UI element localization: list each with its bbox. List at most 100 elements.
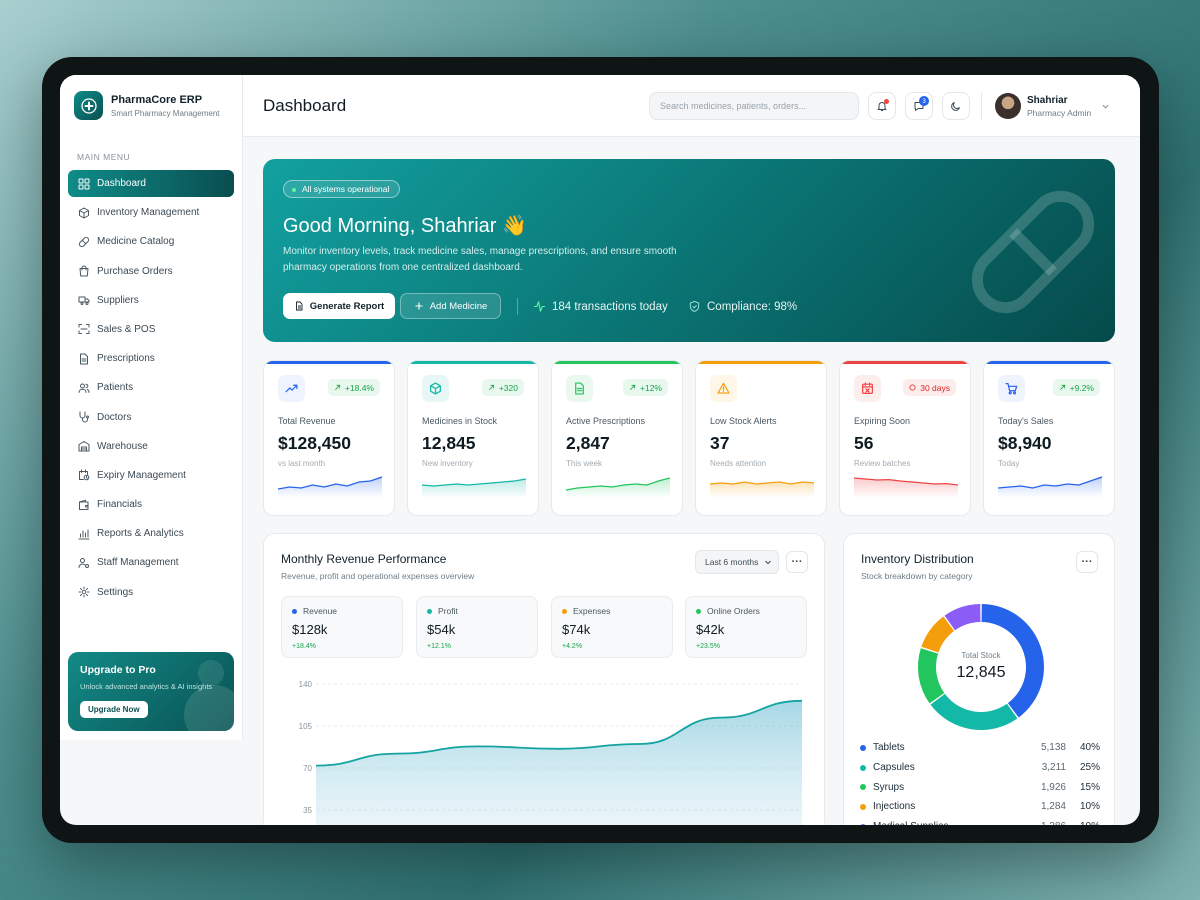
- legend-count: 5,138: [1040, 742, 1066, 754]
- sidebar-item-settings[interactable]: Settings: [68, 579, 234, 606]
- file-text-icon: [80, 353, 88, 365]
- sidebar-item-staff-management[interactable]: Staff Management: [68, 549, 234, 576]
- kpi-change-value: +18.4%: [344, 382, 374, 393]
- sidebar-item-purchase-orders[interactable]: Purchase Orders: [68, 258, 234, 285]
- wallet-icon: [78, 499, 90, 511]
- donut-center-label: Total Stock: [961, 651, 1001, 660]
- kpi-card-active-prescriptions[interactable]: +12% Active Prescriptions 2,847 This wee…: [551, 360, 683, 516]
- legend-name: Capsules: [873, 762, 915, 774]
- donut-slice-capsules[interactable]: [930, 693, 1018, 730]
- metric-card-expenses[interactable]: Expenses $74k +4.2%: [551, 596, 673, 658]
- warehouse-icon: [78, 440, 90, 452]
- kpi-label: Today's Sales: [998, 416, 1054, 426]
- legend-name: Injections: [873, 801, 916, 813]
- kpi-card-low-stock-alerts[interactable]: Low Stock Alerts 37 Needs attention: [695, 360, 827, 516]
- sidebar-item-dashboard[interactable]: Dashboard: [68, 170, 234, 197]
- sidebar-item-prescriptions[interactable]: Prescriptions: [68, 345, 234, 372]
- alert-triangle-icon: [717, 382, 730, 394]
- sidebar-item-label: Sales & POS: [97, 323, 156, 335]
- kpi-accent-bar: [552, 361, 682, 364]
- arrow-up-right-icon: [334, 384, 341, 390]
- y-tick-label: 105: [299, 722, 313, 731]
- upgrade-now-button[interactable]: Upgrade Now: [80, 701, 148, 718]
- sidebar-item-label: Settings: [97, 586, 134, 598]
- notifications-button[interactable]: [868, 92, 896, 120]
- date-range-select[interactable]: Last 6 months: [695, 550, 779, 574]
- kpi-icon-box: [710, 375, 737, 402]
- sidebar-item-patients[interactable]: Patients: [68, 374, 234, 401]
- legend-item: Injections 1,284 10%: [860, 797, 1100, 817]
- sparkline-area: [710, 482, 814, 498]
- search-input[interactable]: [660, 101, 840, 111]
- revenue-panel-subtitle: Revenue, profit and operational expenses…: [281, 571, 475, 581]
- theme-toggle-button[interactable]: [942, 92, 970, 120]
- sidebar-item-suppliers[interactable]: Suppliers: [68, 287, 234, 314]
- trending-up-icon: [285, 384, 298, 393]
- legend-dot: [292, 608, 297, 614]
- top-header: Dashboard 3 Shahriar Pharmacy Admin: [243, 75, 1140, 137]
- sidebar-item-medicine-catalog[interactable]: Medicine Catalog: [68, 228, 234, 255]
- grid-icon: [78, 178, 90, 189]
- metric-value: $42k: [696, 622, 725, 637]
- legend-percent: 25%: [1079, 762, 1100, 774]
- kpi-card-today-s-sales[interactable]: +9.2% Today's Sales $8,940 Today: [983, 360, 1115, 516]
- kpi-card-total-revenue[interactable]: +18.4% Total Revenue $128,450 vs last mo…: [263, 360, 395, 516]
- sidebar-item-label: Warehouse: [97, 440, 148, 452]
- kpi-sparkline: [710, 481, 814, 498]
- sidebar-item-inventory-management[interactable]: Inventory Management: [68, 199, 234, 226]
- metric-change: +4.2%: [562, 643, 583, 650]
- metric-label: Profit: [427, 606, 458, 616]
- brand[interactable]: PharmaCore ERP Smart Pharmacy Management: [74, 91, 220, 120]
- chevron-down-icon: [1102, 104, 1109, 109]
- sidebar-item-financials[interactable]: Financials: [68, 491, 234, 518]
- kpi-change-value: 30 days: [920, 382, 950, 393]
- kpi-change-badge: +18.4%: [327, 379, 380, 396]
- kpi-value: 37: [710, 433, 730, 453]
- sidebar-item-reports-analytics[interactable]: Reports & Analytics: [68, 520, 234, 547]
- add-medicine-button[interactable]: Add Medicine: [400, 293, 501, 319]
- sidebar: PharmaCore ERP Smart Pharmacy Management…: [60, 75, 243, 740]
- sidebar-item-label: Dashboard: [97, 178, 146, 189]
- legend-dot: [860, 803, 866, 810]
- legend-percent: 10%: [1079, 801, 1100, 813]
- sidebar-item-warehouse[interactable]: Warehouse: [68, 433, 234, 460]
- search-box[interactable]: [649, 92, 859, 120]
- kpi-accent-bar: [984, 361, 1114, 364]
- kpi-sparkline: [278, 476, 382, 498]
- kpi-change-badge: +12%: [623, 379, 668, 396]
- user-menu[interactable]: Shahriar Pharmacy Admin: [995, 93, 1110, 119]
- user-role: Pharmacy Admin: [1027, 107, 1092, 118]
- file-text-icon: [78, 353, 90, 365]
- metric-card-online-orders[interactable]: Online Orders $42k +23.5%: [685, 596, 807, 658]
- sidebar-item-expiry-management[interactable]: Expiry Management: [68, 462, 234, 489]
- kpi-accent-bar: [408, 361, 538, 364]
- gear-icon: [78, 586, 90, 598]
- kpi-accent-bar: [696, 361, 826, 364]
- sidebar-item-doctors[interactable]: Doctors: [68, 404, 234, 431]
- kpi-card-medicines-in-stock[interactable]: +320 Medicines in Stock 12,845 New inven…: [407, 360, 539, 516]
- kpi-change-badge: 30 days: [903, 379, 956, 396]
- kpi-sparkline: [422, 478, 526, 498]
- metric-card-profit[interactable]: Profit $54k +12.1%: [416, 596, 538, 658]
- kpi-change-value: +12%: [640, 382, 662, 393]
- metric-card-revenue[interactable]: Revenue $128k +18.4%: [281, 596, 403, 658]
- more-options-button[interactable]: ···: [786, 551, 808, 573]
- plus-icon: [415, 302, 423, 310]
- sidebar-item-sales-pos[interactable]: Sales & POS: [68, 316, 234, 343]
- kpi-card-expiring-soon[interactable]: 30 days Expiring Soon 56 Review batches: [839, 360, 971, 516]
- donut-slice-tablets[interactable]: [981, 604, 1044, 718]
- legend-count: 3,211: [1041, 762, 1066, 774]
- messages-button[interactable]: 3: [905, 92, 933, 120]
- metric-label-text: Online Orders: [707, 606, 760, 616]
- sidebar-item-label: Financials: [97, 499, 143, 511]
- sidebar-item-label: Purchase Orders: [97, 265, 173, 277]
- donut-slice-syrups[interactable]: [918, 648, 945, 704]
- legend-item: Syrups 1,926 15%: [860, 777, 1100, 797]
- generate-report-button[interactable]: Generate Report: [283, 293, 395, 319]
- more-options-button[interactable]: ···: [1076, 551, 1098, 573]
- sidebar-item-label: Expiry Management: [97, 469, 186, 481]
- main-menu: Dashboard Inventory Management Medicine Ca…: [68, 170, 234, 608]
- kpi-label: Low Stock Alerts: [710, 416, 777, 426]
- inventory-donut-chart: Total Stock 12,845: [918, 604, 1044, 730]
- generate-report-label: Generate Report: [309, 300, 385, 312]
